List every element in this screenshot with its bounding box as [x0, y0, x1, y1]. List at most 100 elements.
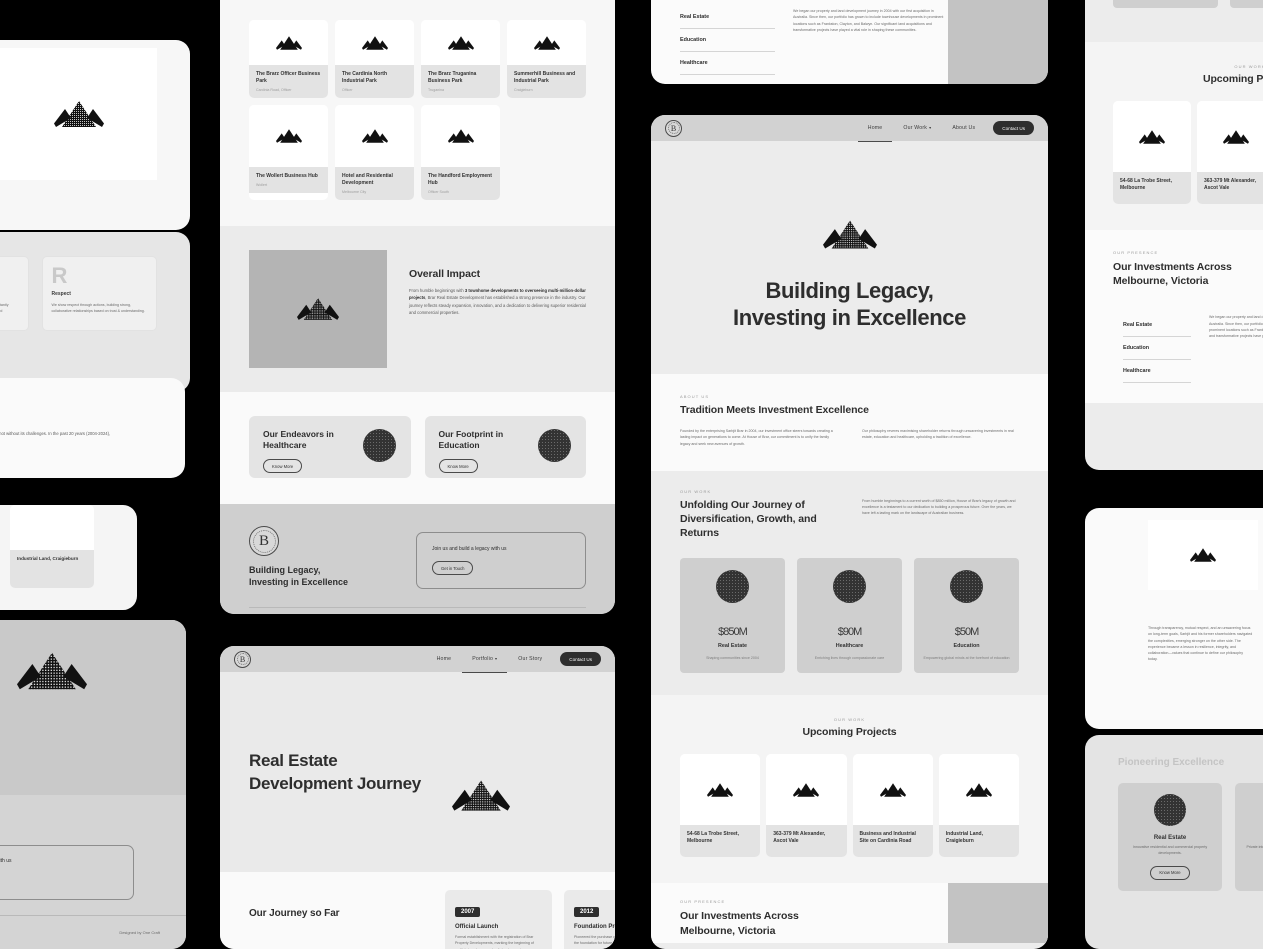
project-tile-title: Industrial Land, Craigieburn [17, 556, 79, 561]
sector-name: Real Estate [1153, 835, 1187, 841]
presence-tab-education[interactable]: Education [680, 29, 775, 52]
stat-label: Real Estate [717, 643, 748, 650]
presence-tab-real-estate[interactable]: Real Estate [1123, 314, 1191, 338]
stat-card-education: $50M Education Empowering global minds a… [914, 558, 1019, 674]
promo-card-education[interactable]: Our Footprint in Education Know More [424, 416, 586, 478]
project-tile[interactable]: Business and Industrial Site on Cardinia… [852, 754, 933, 858]
project-tile-row: The Brarz Officer Business Park Cardinia … [249, 20, 586, 98]
hero-section: Building Legacy, Investing in Excellence [651, 141, 1048, 374]
stat-desc: Enriching lives through compassionate ca… [814, 656, 885, 661]
project-tile[interactable]: Industrial Land, Craigieburn [10, 505, 94, 588]
value-text: We show respect through actions, buildin… [51, 302, 145, 314]
project-tile-title: 54-68 La Trobe Street, Melbourne [687, 831, 739, 845]
stat-value: $90M [837, 626, 863, 639]
stat-value: $850M [718, 626, 748, 639]
projects-eyebrow: OUR WORK [1234, 64, 1263, 70]
sector-decoration [1154, 794, 1186, 826]
project-tile-sub: Craigieburn [514, 88, 533, 92]
project-tile-title: Hotel and Residential Development [342, 173, 393, 186]
project-tile[interactable]: 54-68 La Trobe Street, Melbourne [680, 754, 761, 858]
sector-card-real-estate[interactable]: Real Estate Innovative residential and c… [1118, 783, 1222, 891]
impact-heading: Overall Impact [409, 268, 480, 280]
projects-row: 54-68 La Trobe Street, Melbourne 363-379… [680, 754, 1019, 858]
presence-eyebrow: OUR PRESENCE [1113, 250, 1159, 256]
site-navbar: B Home Portfolio ▾ Our Story Contact Us [220, 646, 615, 673]
cta-box: Join us and build a legacy with us Get i… [0, 845, 134, 900]
mountain-logo [879, 783, 906, 797]
project-tile-title: The Wollert Business Hub [256, 173, 318, 179]
get-in-touch-button[interactable]: Get in Touch [432, 561, 474, 575]
timeline-title: Foundation Projects [574, 924, 615, 930]
project-tile[interactable]: Summerhill Business and Industrial Park C… [507, 20, 586, 98]
mountain-logo [361, 129, 388, 143]
contact-us-button[interactable]: Contact Us [993, 121, 1034, 135]
project-tile[interactable]: The Wollert Business Hub Wollert [249, 105, 328, 200]
mockup-card-resilience: Resilience + The journey of House of Bra… [0, 378, 185, 478]
stat-desc: Empowering global minds at the forefront… [923, 656, 1010, 661]
about-col-2: Our philosophy reveres maximising shareh… [862, 429, 1014, 440]
project-tile[interactable]: 54-68 La Trobe Street, Melbourne [1113, 101, 1191, 205]
project-tile-row: The Wollert Business Hub Wollert Hotel an… [249, 105, 586, 200]
timeline-text: Pioneered the purchase of Cardinia Road … [574, 935, 615, 946]
mountain-logo [447, 129, 474, 143]
know-more-button[interactable]: Know More [438, 459, 478, 474]
presence-paragraph: We began our property and land developme… [1209, 315, 1263, 339]
project-tile[interactable]: Industrial Land, Craigieburn [938, 754, 1019, 858]
promo-decoration [362, 429, 396, 462]
nav-link-our-work[interactable]: Our Work ▾ [900, 120, 934, 136]
stats-row: $850M Real Estate Shaping communities si… [680, 558, 1019, 674]
mockup-card-home-page: B Home Our Work ▾ About Us Contact Us Bui… [651, 115, 1048, 949]
hero-title: Building Legacy, Investing in Excellence [733, 277, 966, 331]
stat-card-real-estate: Shaping communities since 2004 [1113, 0, 1218, 9]
know-more-button[interactable]: Know More [263, 459, 303, 474]
sector-desc: Private international schools and childc… [1246, 845, 1263, 849]
contact-us-button[interactable]: Contact Us [560, 652, 601, 666]
brand-crest[interactable]: B [665, 119, 682, 137]
project-tile[interactable]: 363-379 Mt Alexander, Ascot Vale [1197, 101, 1263, 205]
brand-crest[interactable]: B [234, 650, 251, 668]
journey-heading: Unfolding Our Journey of Diversification… [680, 498, 817, 540]
project-tile-sub: Truganina [428, 88, 445, 92]
projects-heading: Upcoming Projects [1203, 73, 1263, 86]
promo-card-healthcare[interactable]: Our Endeavors in Healthcare Know More [249, 416, 411, 478]
nav-link-home[interactable]: Home [857, 120, 892, 142]
nav-link-about-us[interactable]: About Us [949, 120, 978, 136]
presence-tab-healthcare[interactable]: Healthcare [680, 52, 775, 75]
presence-eyebrow: OUR PRESENCE [680, 899, 726, 905]
impact-paragraph: From humble beginnings with 3 townhome d… [409, 288, 586, 316]
value-letter: A [0, 266, 19, 287]
nav-link-home[interactable]: Home [434, 651, 455, 667]
presence-tab-education[interactable]: Education [1123, 337, 1191, 361]
mountain-logo [297, 298, 339, 320]
presence-tab-real-estate[interactable]: Real Estate [680, 6, 775, 29]
stat-decoration [716, 570, 749, 604]
project-tile-title: The Brarz Officer Business Park [256, 71, 321, 84]
sector-card-education[interactable]: Education Private international schools … [1235, 783, 1263, 891]
project-tile[interactable]: 363-379 Mt Alexander, Ascot Vale [766, 754, 847, 858]
timeline-year: 2012 [574, 907, 600, 917]
nav-link-our-story[interactable]: Our Story [515, 651, 545, 667]
nav-link-portfolio[interactable]: Portfolio ▾ [462, 651, 508, 673]
story-paragraph: Through transparency, mutual respect, an… [1148, 626, 1253, 662]
project-tile[interactable]: The Handford Employment Hub Officer South [421, 105, 500, 200]
brand-crest: B [249, 526, 279, 556]
presence-heading: Our Investments Across Melbourne, Victori… [680, 910, 799, 937]
project-tile[interactable]: The Cardinia North Industrial Park Office… [335, 20, 414, 98]
timeline-title: Official Launch [455, 924, 499, 930]
mockup-card-story: Through transparency, mutual respect, an… [1085, 508, 1263, 729]
journey-eyebrow: OUR WORK [680, 488, 712, 494]
presence-tab-healthcare[interactable]: Healthcare [1123, 360, 1191, 384]
mountain-logo [965, 783, 992, 797]
project-tile[interactable]: The Brarz Officer Business Park Cardinia … [249, 20, 328, 98]
stat-value: $50M [954, 626, 980, 639]
mockup-card-presence-top: Real Estate Education Healthcare We bega… [651, 0, 1048, 84]
project-tile[interactable]: The Brarz Truganina Business Park Trugani… [421, 20, 500, 98]
resilience-text: The journey of House of Brar is not with… [0, 431, 111, 436]
know-more-button[interactable]: Know More [1150, 865, 1190, 880]
pioneering-heading: Pioneering Excellence [1118, 757, 1225, 768]
mountain-logo [361, 35, 388, 50]
timeline-row: 2007 Official Launch Formal establishmen… [445, 890, 615, 949]
project-tile[interactable]: Hotel and Residential Development Melbour… [335, 105, 414, 200]
about-eyebrow: ABOUT US [680, 394, 710, 399]
footer-cta-box: Join us and build a legacy with us Get i… [416, 532, 586, 589]
